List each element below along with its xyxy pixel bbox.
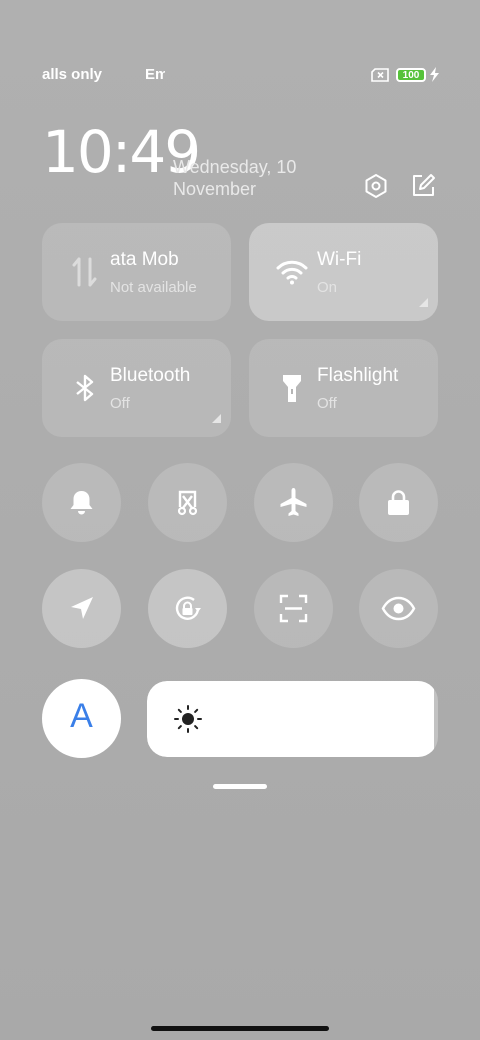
lock-screen-toggle[interactable]: [359, 463, 438, 542]
screenshot-toggle[interactable]: [148, 463, 227, 542]
airplane-icon: [280, 488, 307, 516]
carrier-label: alls only: [42, 66, 103, 83]
eye-icon: [381, 596, 416, 621]
auto-brightness-button[interactable]: A: [42, 679, 121, 758]
mobile-data-icon: [72, 257, 97, 287]
carrier-label-secondary: Em: [145, 66, 165, 83]
mobile-data-tile[interactable]: ata Mob Not available: [42, 223, 231, 321]
auto-rotate-toggle[interactable]: [148, 569, 227, 648]
wifi-label: Wi-Fi: [317, 249, 362, 270]
wifi-icon: [276, 260, 308, 285]
flashlight-icon: [283, 375, 301, 402]
auto-brightness-label: A: [70, 697, 93, 735]
brightness-slider[interactable]: [147, 681, 438, 757]
status-bar: alls only Em 100: [0, 66, 480, 88]
wifi-tile[interactable]: Wi-Fi On: [249, 223, 438, 321]
bluetooth-label: Bluetooth: [110, 365, 191, 386]
control-center: alls only Em 100 10:49 Wednesday, 10 Nov…: [0, 0, 480, 1040]
lock-icon: [388, 490, 409, 515]
flashlight-status: Off: [317, 395, 337, 412]
airplane-mode-toggle[interactable]: [254, 463, 333, 542]
mobile-data-status: Not available: [110, 279, 197, 296]
screenshot-icon: [177, 490, 198, 516]
bell-icon: [70, 491, 93, 515]
battery-level: 100: [402, 70, 420, 81]
battery-icon: 100: [396, 68, 426, 82]
no-sim-icon: [371, 68, 389, 82]
bluetooth-tile[interactable]: Bluetooth Off: [42, 339, 231, 437]
date-line-2: November: [173, 179, 257, 199]
bluetooth-expand-icon[interactable]: [212, 414, 221, 423]
home-indicator[interactable]: [151, 1026, 329, 1031]
mobile-data-label: ata Mob: [110, 249, 179, 270]
flashlight-tile[interactable]: Flashlight Off: [249, 339, 438, 437]
reading-mode-toggle[interactable]: [359, 569, 438, 648]
flashlight-label: Flashlight: [317, 365, 399, 386]
scanner-toggle[interactable]: [254, 569, 333, 648]
bluetooth-icon: [76, 374, 94, 402]
wifi-expand-icon[interactable]: [419, 298, 428, 307]
location-icon: [71, 597, 93, 619]
wifi-status: On: [317, 279, 338, 296]
date-line-1: Wednesday, 10: [173, 157, 297, 177]
bluetooth-status: Off: [110, 395, 130, 412]
settings-icon[interactable]: [363, 173, 389, 199]
sound-toggle[interactable]: [42, 463, 121, 542]
drag-handle[interactable]: [213, 784, 267, 789]
scan-icon: [279, 594, 308, 623]
charging-icon: [430, 67, 439, 82]
edit-icon[interactable]: [410, 173, 436, 199]
date-label: Wednesday, 10 November: [173, 156, 296, 200]
location-toggle[interactable]: [42, 569, 121, 648]
brightness-icon: [174, 705, 202, 733]
auto-rotate-icon: [175, 596, 201, 620]
